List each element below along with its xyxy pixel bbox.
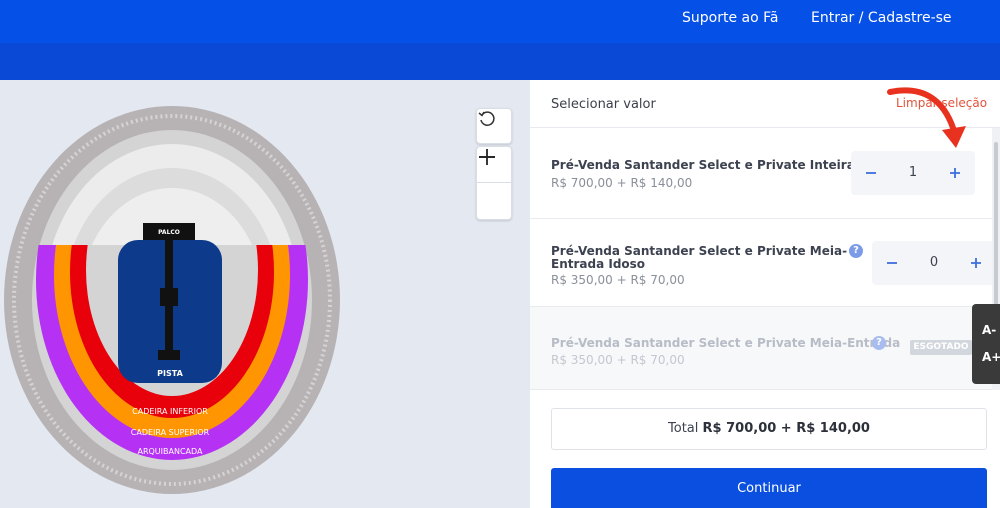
login-signup-link[interactable]: Entrar / Cadastre-se: [811, 10, 952, 26]
quantity-stepper: 1: [851, 151, 975, 195]
cadeira-superior-label: CADEIRA SUPERIOR: [131, 428, 210, 437]
ticket-row-sold-out: Pré-Venda Santander Select e Private Mei…: [530, 307, 992, 390]
minus-icon: [887, 262, 897, 264]
continue-button[interactable]: Continuar: [551, 468, 987, 508]
decrease-quantity-button[interactable]: [851, 151, 891, 195]
ticket-name-line2: Entrada Idoso: [551, 257, 646, 271]
runway-platform: [160, 288, 178, 306]
total-value: R$ 700,00 + R$ 140,00: [702, 421, 870, 436]
sold-out-badge: ESGOTADO: [910, 340, 972, 355]
quantity-value: 0: [929, 255, 939, 270]
plus-icon: [971, 258, 981, 268]
clear-selection-link[interactable]: Limpar seleção: [896, 96, 987, 110]
ticket-price: R$ 700,00 + R$ 140,00: [551, 176, 693, 190]
quantity-value: 1: [908, 165, 918, 180]
minus-icon: [866, 172, 876, 174]
venue-seat-map[interactable]: PALCO PISTA CADEIRA INFERIOR CADEIRA SUP…: [0, 80, 530, 508]
ticket-name: Pré-Venda Santander Select e Private Int…: [551, 158, 855, 172]
arquibancada-label: ARQUIBANCADA: [137, 447, 203, 456]
order-total: Total R$ 700,00 + R$ 140,00: [551, 408, 987, 450]
help-icon[interactable]: ?: [872, 336, 886, 350]
panel-title: Selecionar valor: [551, 97, 656, 112]
increase-font-button[interactable]: A+: [982, 350, 1000, 364]
ticket-price: R$ 350,00 + R$ 70,00: [551, 273, 685, 287]
total-prefix: Total: [668, 421, 699, 436]
reset-view-button[interactable]: [476, 108, 512, 144]
top-navigation-bar: Suporte ao Fã Entrar / Cadastre-se: [0, 0, 1000, 43]
ticket-row: Pré-Venda Santander Select e Private Int…: [530, 129, 992, 219]
ticket-price: R$ 350,00 + R$ 70,00: [551, 353, 685, 367]
runway-end: [158, 350, 180, 360]
zoom-out-button[interactable]: [477, 156, 511, 219]
increase-quantity-button[interactable]: [956, 241, 996, 285]
ticket-name-line1: Pré-Venda Santander Select e Private Mei…: [551, 244, 848, 258]
support-link[interactable]: Suporte ao Fã: [682, 10, 778, 26]
accessibility-font-widget: A- A+: [972, 304, 1000, 384]
zoom-controls: [476, 146, 512, 220]
stadium-map-graphic[interactable]: PALCO PISTA CADEIRA INFERIOR CADEIRA SUP…: [0, 80, 530, 508]
minus-icon: [479, 156, 495, 158]
decrease-font-button[interactable]: A-: [982, 323, 996, 337]
stage-label: PALCO: [158, 229, 180, 236]
panel-header: Selecionar valor Limpar seleção: [530, 80, 1000, 128]
plus-icon: [950, 168, 960, 178]
ticket-row: Pré-Venda Santander Select e Private Mei…: [530, 219, 996, 307]
decrease-quantity-button[interactable]: [872, 241, 912, 285]
rotate-ccw-icon: [478, 111, 495, 126]
cadeira-inferior-label: CADEIRA INFERIOR: [132, 407, 208, 416]
quantity-stepper: 0: [872, 241, 996, 285]
increase-quantity-button[interactable]: [935, 151, 975, 195]
ticket-selection-panel: Selecionar valor Limpar seleção Pré-Vend…: [530, 80, 1000, 508]
help-icon[interactable]: ?: [849, 244, 863, 258]
secondary-header-bar: [0, 43, 1000, 80]
ticket-name: Pré-Venda Santander Select e Private Mei…: [551, 336, 901, 350]
pista-label: PISTA: [157, 369, 183, 378]
